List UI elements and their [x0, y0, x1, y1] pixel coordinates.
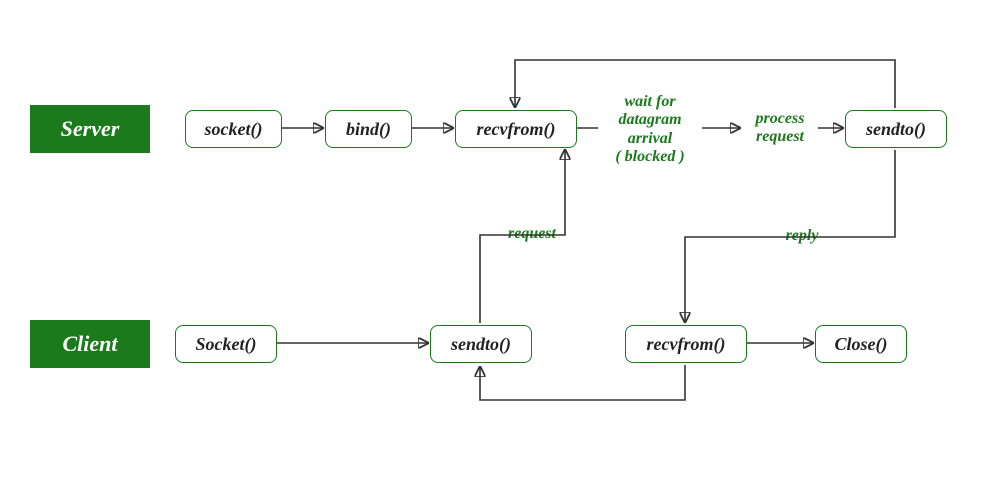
- arrow-client-loop: [480, 365, 685, 400]
- client-sendto-node: sendto(): [430, 325, 532, 363]
- diagram-canvas: Server Client socket() bind() recvfrom()…: [0, 0, 1000, 500]
- server-recvfrom-node: recvfrom(): [455, 110, 577, 148]
- arrow-sendto-loop-to-recvfrom: [515, 60, 895, 108]
- client-recvfrom-node: recvfrom(): [625, 325, 747, 363]
- client-socket-node: Socket(): [175, 325, 277, 363]
- arrows-layer: up into server recvfrom bottom area --> …: [0, 0, 1000, 500]
- process-label: process request: [740, 110, 820, 147]
- client-role-label: Client: [30, 320, 150, 368]
- server-sendto-node: sendto(): [845, 110, 947, 148]
- wait-label: wait for datagram arrival ( blocked ): [595, 93, 705, 167]
- server-role-label: Server: [30, 105, 150, 153]
- request-label: request: [492, 225, 572, 243]
- server-bind-node: bind(): [325, 110, 412, 148]
- server-socket-node: socket(): [185, 110, 282, 148]
- client-close-node: Close(): [815, 325, 907, 363]
- reply-label: reply: [772, 227, 832, 245]
